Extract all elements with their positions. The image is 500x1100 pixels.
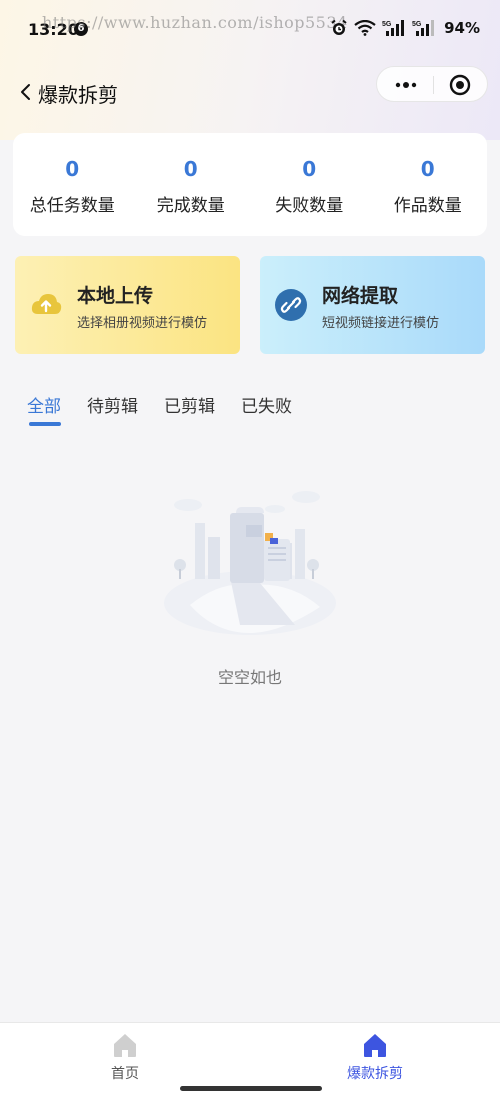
nav-bar: 爆款拆剪 (0, 66, 500, 118)
svg-text:5G: 5G (382, 21, 392, 28)
stat-label: 总任务数量 (29, 196, 115, 216)
network-extract-title: 网络提取 (322, 285, 399, 307)
local-upload-card[interactable]: 本地上传 选择相册视频进行模仿 (15, 256, 240, 354)
watermark-text: https://www.huzhan.com/ishop5534 (42, 13, 348, 32)
svg-text:5G: 5G (412, 21, 422, 28)
mini-program-capsule (376, 66, 488, 102)
signal-5g-icon: 5G (382, 20, 405, 36)
chevron-left-icon[interactable] (18, 82, 34, 102)
stat-completed: 0 完成数量 (132, 133, 251, 236)
tabbar-label: 首页 (111, 1066, 139, 1082)
network-extract-subtitle: 短视频链接进行模仿 (322, 316, 440, 331)
stat-value: 0 (420, 157, 435, 181)
local-upload-subtitle: 选择相册视频进行模仿 (77, 316, 208, 331)
status-bar: 13:20 6 https://www.huzhan.com/ishop5534… (0, 0, 500, 56)
stat-works: 0 作品数量 (369, 133, 488, 236)
tabbar-item-viral-cut[interactable]: 爆款拆剪 (315, 1031, 435, 1083)
page-title: 爆款拆剪 (38, 83, 118, 107)
home-icon (114, 1034, 136, 1057)
empty-state-text: 空空如也 (217, 668, 282, 687)
stat-total-tasks: 0 总任务数量 (13, 133, 132, 236)
active-tab-indicator (29, 422, 61, 426)
home-indicator (180, 1086, 322, 1091)
tab-edited[interactable]: 已剪辑 (164, 392, 215, 432)
page: 13:20 6 https://www.huzhan.com/ishop5534… (0, 0, 500, 1100)
link-icon (275, 289, 307, 321)
stats-card: 0 总任务数量 0 完成数量 0 失败数量 0 作品数量 (13, 133, 487, 236)
stat-value: 0 (65, 157, 80, 181)
stat-failed: 0 失败数量 (250, 133, 369, 236)
wifi-icon (354, 20, 376, 36)
close-target-icon[interactable] (449, 74, 471, 96)
stat-value: 0 (302, 157, 317, 181)
stat-value: 0 (183, 157, 198, 181)
alarm-icon (331, 19, 347, 35)
battery-level: 94% (444, 19, 480, 37)
filter-tabs: 全部 待剪辑 已剪辑 已失败 (27, 392, 318, 432)
empty-state-illustration-icon (164, 491, 336, 635)
stat-label: 失败数量 (275, 196, 344, 216)
signal-5g-icon: 5G (412, 20, 435, 36)
tab-pending[interactable]: 待剪辑 (87, 392, 138, 432)
tabbar-item-home[interactable]: 首页 (65, 1031, 185, 1083)
stat-label: 完成数量 (156, 196, 225, 216)
local-upload-title: 本地上传 (77, 285, 154, 307)
network-extract-card[interactable]: 网络提取 短视频链接进行模仿 (260, 256, 485, 354)
tab-all[interactable]: 全部 (27, 392, 61, 432)
stat-label: 作品数量 (393, 196, 462, 216)
home-icon (364, 1034, 386, 1057)
more-dots-icon[interactable] (393, 75, 419, 95)
capsule-divider (433, 76, 434, 94)
tab-failed[interactable]: 已失败 (241, 392, 292, 432)
tabbar-label: 爆款拆剪 (347, 1066, 403, 1082)
status-icons: 5G 5G 94% (330, 19, 480, 37)
cloud-upload-icon (31, 294, 62, 314)
